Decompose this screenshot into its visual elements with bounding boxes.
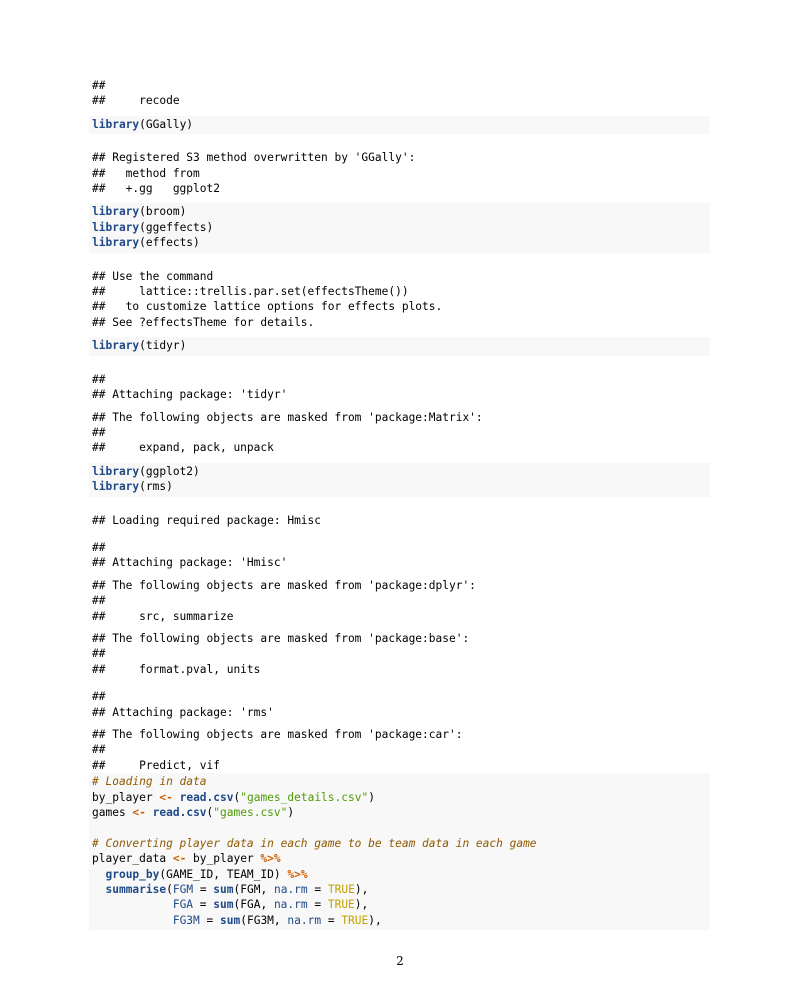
page-number: 2 <box>396 954 404 968</box>
code-chunk: library(tidyr) <box>89 337 710 356</box>
code-chunk: library(GGally) <box>89 115 710 135</box>
console-output: ## ## Attaching package: 'Hmisc' <box>92 540 288 570</box>
output-line: ## recode <box>92 94 180 108</box>
console-output: ## ## Attaching package: 'rms' <box>92 690 274 719</box>
console-output: ## ## recode <box>89 78 710 109</box>
document-body: ## ## recode library(GGally) ## Register… <box>89 78 710 931</box>
output-line: ## <box>92 79 106 92</box>
console-output: ## The following objects are masked from… <box>92 631 470 676</box>
console-output: ## ## Attaching package: 'tidyr' <box>92 372 288 402</box>
console-output: ## The following objects are masked from… <box>92 728 463 772</box>
code-chunk: library(broom) library(ggeffects) librar… <box>89 203 710 253</box>
code-chunk-data-loading: # Loading in data by_player <- read.csv(… <box>89 773 710 931</box>
console-output: ## Loading required package: Hmisc <box>92 513 322 527</box>
console-output: ## The following objects are masked from… <box>92 410 483 455</box>
console-output: ## Use the command ## lattice::trellis.p… <box>92 269 443 329</box>
code-chunk: library(ggplot2) library(rms) <box>89 462 710 497</box>
console-output: ## The following objects are masked from… <box>92 578 476 623</box>
console-output: ## Registered S3 method overwritten by '… <box>92 151 416 196</box>
